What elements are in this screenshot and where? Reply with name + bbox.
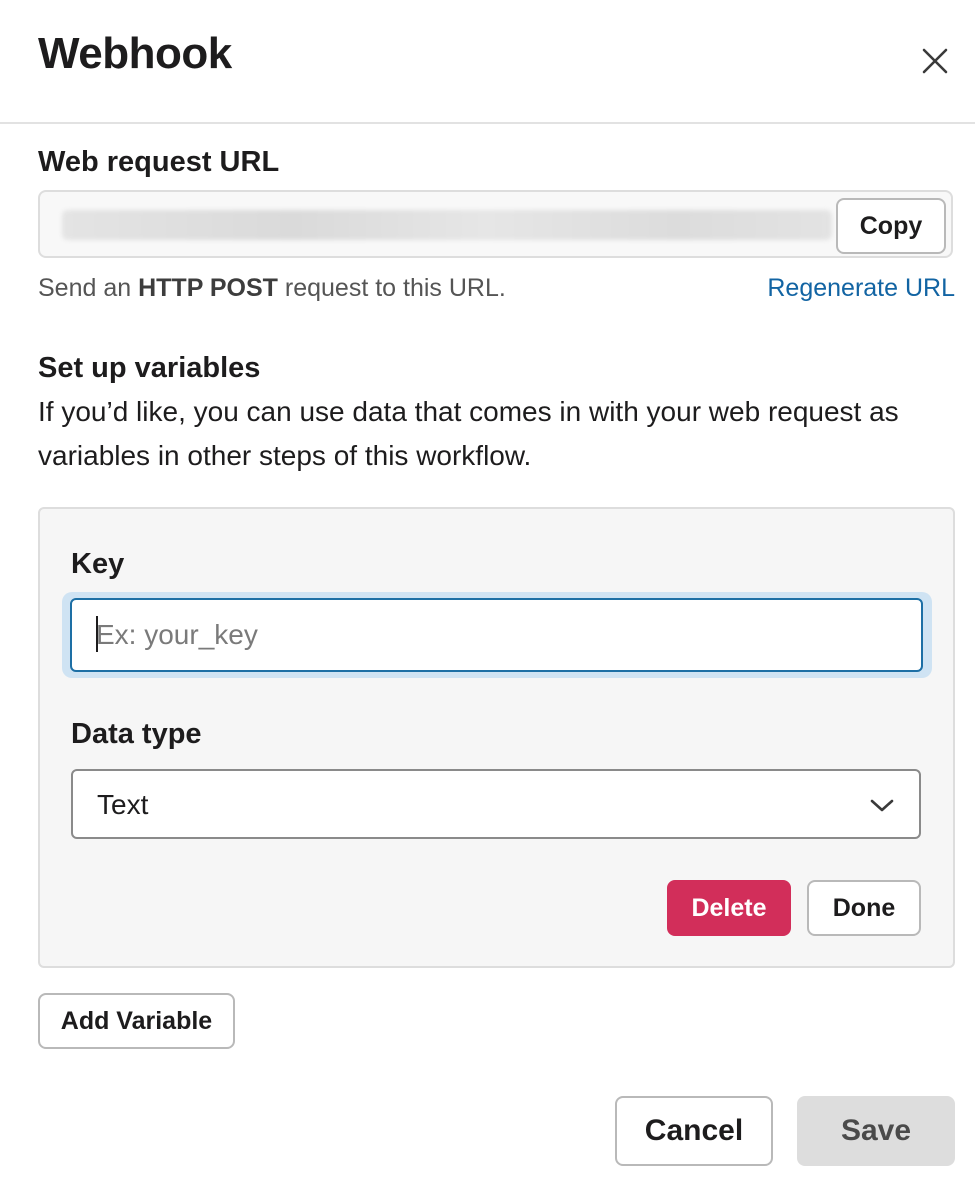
save-button[interactable]: Save [797,1096,955,1166]
key-input[interactable] [70,598,923,672]
dialog-title: Webhook [38,29,232,78]
dialog-header: Webhook [0,0,975,124]
hint-suffix: request to this URL. [277,274,506,302]
data-type-value: Text [97,789,149,820]
hint-prefix: Send an [38,274,139,302]
text-cursor [96,616,98,652]
data-type-select[interactable]: Text [71,769,921,839]
done-button[interactable]: Done [807,880,921,936]
close-button[interactable] [912,38,958,84]
close-icon [922,48,948,74]
web-request-url-label: Web request URL [38,146,280,178]
webhook-url-field [38,190,953,258]
chevron-down-icon [867,791,897,821]
delete-button[interactable]: Delete [667,880,791,936]
redacted-url [62,210,832,240]
regenerate-url-link[interactable]: Regenerate URL [767,272,955,304]
key-label: Key [71,548,125,580]
variables-description: If you’d like, you can use data that com… [38,396,899,471]
cancel-button[interactable]: Cancel [615,1096,773,1166]
copy-button[interactable]: Copy [836,198,946,254]
hint-method: HTTP POST [138,274,278,302]
set-up-variables-label: Set up variables [38,352,261,384]
data-type-label: Data type [71,718,202,750]
url-hint: Send an HTTP POST request to this URL. [38,272,506,304]
add-variable-button[interactable]: Add Variable [38,993,235,1049]
